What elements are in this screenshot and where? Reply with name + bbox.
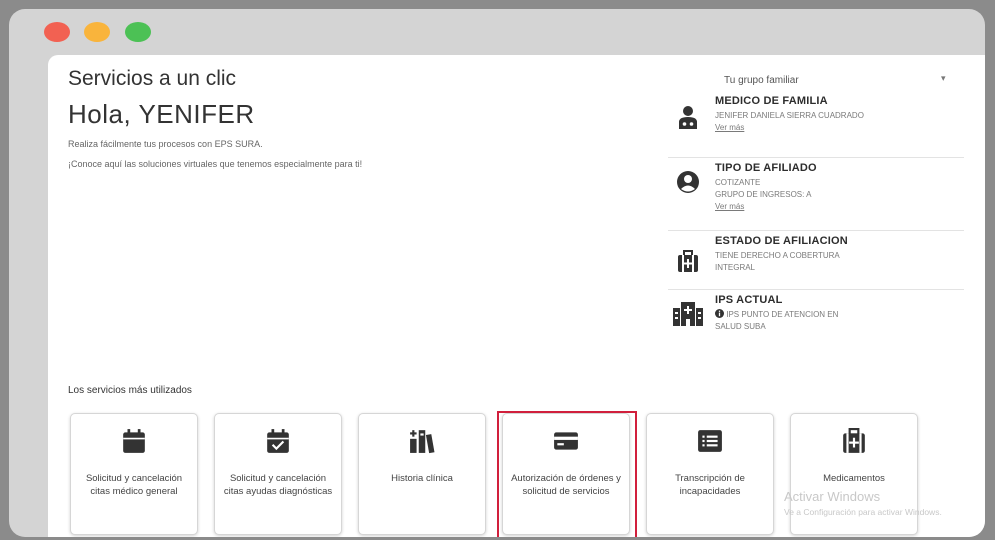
service-label: Medicamentos bbox=[823, 473, 885, 484]
chevron-down-icon[interactable]: ▾ bbox=[941, 73, 946, 84]
family-group-select[interactable]: Tu grupo familiar bbox=[724, 75, 799, 86]
service-label: Solicitud y cancelación citas ayudas dia… bbox=[223, 473, 333, 497]
info-card-title: TIPO DE AFILIADO bbox=[715, 162, 817, 174]
greeting: Hola, YENIFER bbox=[68, 99, 255, 129]
close-window-button[interactable] bbox=[44, 22, 70, 42]
info-card-text: IPS PUNTO DE ATENCION EN SALUD SUBA bbox=[715, 309, 839, 331]
services-heading: Los servicios más utilizados bbox=[68, 385, 192, 396]
medical-case-icon bbox=[678, 250, 698, 272]
window-titlebar bbox=[9, 9, 985, 55]
calendar-icon bbox=[123, 429, 145, 453]
minimize-window-button[interactable] bbox=[84, 22, 110, 42]
calendar-check-icon bbox=[267, 429, 289, 453]
info-card-text: COTIZANTE GRUPO DE INGRESOS: A bbox=[715, 178, 812, 199]
page-content: Servicios a un clic Hola, YENIFER Realiz… bbox=[48, 55, 985, 537]
service-label: Historia clínica bbox=[391, 473, 453, 484]
info-icon[interactable] bbox=[715, 309, 724, 318]
info-card-text: JENIFER DANIELA SIERRA CUADRADO bbox=[715, 111, 864, 120]
info-card-title: IPS ACTUAL bbox=[715, 294, 783, 306]
doctor-icon bbox=[679, 106, 697, 129]
info-card-current-ips: IPS ACTUAL IPS PUNTO DE ATENCION EN SALUD… bbox=[668, 290, 964, 354]
affiliate-info-list: MEDICO DE FAMILIA JENIFER DANIELA SIERRA… bbox=[668, 95, 964, 354]
info-card-family-doctor: MEDICO DE FAMILIA JENIFER DANIELA SIERRA… bbox=[668, 95, 964, 158]
clinical-history-icon bbox=[410, 430, 435, 454]
service-card-general-appointments[interactable]: Solicitud y cancelación citas médico gen… bbox=[70, 413, 198, 535]
info-card-affiliate-type: TIPO DE AFILIADO COTIZANTE GRUPO DE INGRE… bbox=[668, 158, 964, 231]
description-line-1: Realiza fácilmente tus procesos con EPS … bbox=[68, 139, 263, 149]
info-card-text: TIENE DERECHO A COBERTURA INTEGRAL bbox=[715, 251, 840, 272]
service-card-diagnostic-appointments[interactable]: Solicitud y cancelación citas ayudas dia… bbox=[214, 413, 342, 535]
service-card-disability-transcription[interactable]: Transcripción de incapacidades bbox=[646, 413, 774, 535]
maximize-window-button[interactable] bbox=[125, 22, 151, 42]
page-title: Servicios a un clic bbox=[68, 67, 237, 90]
service-label: Transcripción de incapacidades bbox=[675, 473, 745, 497]
info-card-title: MEDICO DE FAMILIA bbox=[715, 95, 828, 107]
hospital-icon bbox=[673, 302, 703, 326]
windows-watermark-title: Activar Windows bbox=[784, 489, 881, 504]
see-more-link[interactable]: Ver más bbox=[715, 202, 817, 211]
highlight-box bbox=[497, 411, 637, 537]
description-line-2: ¡Conoce aquí las soluciones virtuales qu… bbox=[68, 159, 363, 169]
browser-frame: Servicios a un clic Hola, YENIFER Realiz… bbox=[9, 9, 985, 537]
windows-watermark-subtitle: Ve a Configuración para activar Windows. bbox=[784, 507, 942, 517]
service-label: Solicitud y cancelación citas médico gen… bbox=[85, 473, 183, 497]
service-card-clinical-history[interactable]: Historia clínica bbox=[358, 413, 486, 535]
info-card-title: ESTADO DE AFILIACION bbox=[715, 235, 848, 247]
see-more-link[interactable]: Ver más bbox=[715, 123, 864, 132]
list-icon bbox=[698, 430, 722, 452]
user-circle-icon bbox=[677, 171, 699, 193]
info-card-affiliation-status: ESTADO DE AFILIACION TIENE DERECHO A COB… bbox=[668, 231, 964, 290]
medicine-kit-icon bbox=[843, 428, 865, 453]
